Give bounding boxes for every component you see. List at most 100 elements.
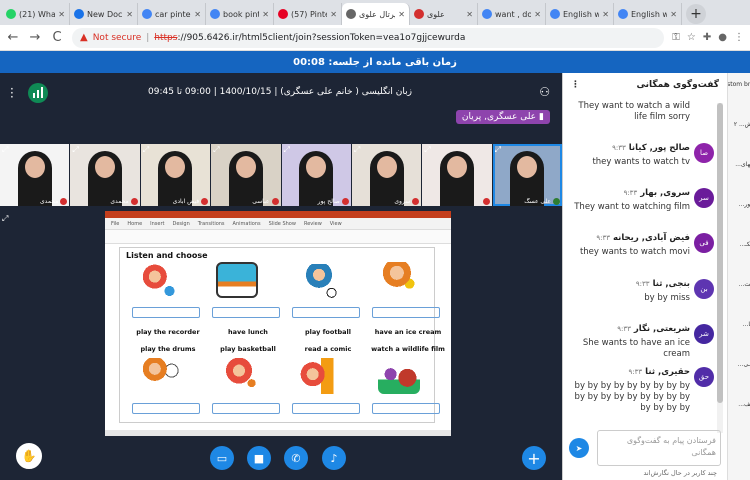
chat-input[interactable]: فرستادن پیام به گفت‌وگوی همگانی	[597, 430, 721, 466]
close-icon[interactable]: ✕	[194, 10, 201, 19]
raise-hand-button[interactable]: ✋	[16, 443, 42, 469]
fullscreen-icon[interactable]: ⤢	[2, 214, 8, 224]
tab-favicon-icon	[550, 9, 560, 19]
expand-icon[interactable]: ⤢	[143, 145, 149, 155]
browser-tab[interactable]: English w ✕	[546, 3, 614, 25]
webcam-tile[interactable]: ⤢ محمدی	[0, 144, 70, 206]
close-icon[interactable]: ✕	[330, 10, 337, 19]
camera-icon: ■	[253, 451, 265, 465]
webcam-tile[interactable]: ⤢ علی عسگ	[492, 144, 562, 206]
star-icon[interactable]: ☆	[687, 32, 696, 43]
close-icon[interactable]: ✕	[262, 10, 269, 19]
monitor-icon: ▭	[216, 451, 228, 465]
forward-button[interactable]: →	[28, 30, 42, 45]
ppt-toolbar	[105, 230, 451, 244]
browser-tab[interactable]: car pinter ✕	[138, 3, 206, 25]
expand-icon[interactable]: ⤢	[284, 145, 290, 155]
users-toggle-icon[interactable]: ⚇	[539, 85, 550, 99]
answer-box[interactable]	[132, 307, 200, 318]
chat-options-icon[interactable]: ⋮	[571, 80, 580, 90]
close-icon[interactable]: ✕	[670, 10, 677, 19]
ppt-ribbon-tab: Animations	[232, 220, 261, 227]
connection-stats-icon[interactable]	[28, 83, 48, 103]
webcam-button[interactable]: ■	[247, 446, 271, 470]
back-button[interactable]: ←	[6, 30, 20, 45]
side-strip-item[interactable]: ش... ۲	[730, 121, 750, 128]
webcam-tile[interactable]: ⤢ محمدی	[70, 144, 140, 206]
expand-icon[interactable]: ⤢	[2, 145, 8, 155]
url-field[interactable]: ▲ Not secure | https://905.6426.ir/html5…	[72, 27, 665, 48]
expand-icon[interactable]: ⤢	[354, 145, 360, 155]
key-icon[interactable]: ⚿	[672, 32, 680, 43]
webcam-tile[interactable]: ⤢	[422, 144, 492, 206]
webcam-tile[interactable]: ⤢ عباسی	[211, 144, 281, 206]
actions-button[interactable]: +	[522, 446, 546, 470]
browser-tab[interactable]: book pinte✕	[206, 3, 274, 25]
answer-box[interactable]	[292, 307, 360, 318]
expand-icon[interactable]: ⤢	[72, 145, 78, 155]
webcam-tile[interactable]: ⤢ سروی	[351, 144, 422, 206]
leave-audio-button[interactable]: ✆	[284, 446, 308, 470]
browser-tab[interactable]: علوی ✕	[410, 3, 478, 25]
answer-box[interactable]	[292, 403, 360, 414]
expand-icon[interactable]: ⤢	[213, 145, 219, 155]
tab-favicon-icon	[618, 9, 628, 19]
browser-tab[interactable]: New Doc ✕	[70, 3, 138, 25]
expand-icon[interactable]: ⤢	[424, 145, 430, 155]
close-icon[interactable]: ✕	[126, 10, 133, 19]
football-picture	[298, 264, 340, 300]
side-strip-item[interactable]: ـت...	[730, 281, 750, 288]
close-icon[interactable]: ✕	[398, 10, 405, 19]
send-button[interactable]: ➤	[569, 438, 589, 458]
side-strip-item[interactable]: ــی...	[730, 361, 750, 368]
side-strip-item[interactable]: ـهای...	[730, 161, 750, 168]
side-strip-item[interactable]: ustom bri	[728, 81, 750, 88]
close-icon[interactable]: ✕	[534, 10, 541, 19]
mute-button[interactable]: ♪	[322, 446, 346, 470]
browser-tab[interactable]: پرتال علوی ✕	[342, 3, 410, 25]
webcam-tile[interactable]: ⤢ صالح پور	[281, 144, 351, 206]
profile-icon[interactable]: ●	[718, 32, 727, 43]
expand-icon[interactable]: ⤢	[495, 145, 501, 155]
tab-favicon-icon	[6, 9, 16, 19]
browser-tab[interactable]: (57) Pinte ✕	[274, 3, 342, 25]
answer-box[interactable]	[372, 403, 440, 414]
participant-name: صالح پور	[317, 198, 340, 205]
message-text: they wants to watch movi	[579, 247, 690, 257]
avatar: فی	[694, 233, 714, 253]
webcam-tile[interactable]: ⤢ فیض آبادی	[140, 144, 211, 206]
new-tab-button[interactable]: +	[686, 4, 706, 24]
browser-tab-strip: (21) What✕New Doc✕car pinter✕book pinte✕…	[0, 0, 750, 25]
divider: |	[146, 32, 150, 43]
puzzle-icon[interactable]: ✚	[703, 32, 711, 43]
side-strip-item[interactable]: ـکـ...	[730, 241, 750, 248]
side-strip-item[interactable]: ـف...	[730, 401, 750, 408]
close-icon[interactable]: ✕	[466, 10, 473, 19]
reload-button[interactable]: C	[50, 30, 64, 45]
close-icon[interactable]: ✕	[58, 10, 65, 19]
phrase-label: play the recorder	[136, 328, 200, 336]
phrase-label: have an ice cream	[374, 328, 442, 336]
answer-box[interactable]	[212, 307, 280, 318]
browser-tab[interactable]: want , do ✕	[478, 3, 546, 25]
tab-label: car pinter	[155, 9, 192, 19]
answer-box[interactable]	[132, 403, 200, 414]
message-text: by by by by by by by by by by by by by b…	[574, 381, 690, 413]
extension-icons: ⚿ ☆ ✚ ● ⋮	[672, 32, 744, 43]
answer-box[interactable]	[372, 307, 440, 318]
browser-tab[interactable]: (21) What ✕	[2, 3, 70, 25]
participant-nametag: عباسی	[213, 198, 279, 205]
browser-menu-icon[interactable]: ⋮	[734, 32, 744, 43]
slide-page: Listen and choose play the recorder have…	[119, 247, 445, 423]
participant-face	[376, 156, 397, 178]
side-strip-item[interactable]: ـا...	[730, 321, 750, 328]
plus-icon: +	[527, 448, 541, 468]
side-strip-item[interactable]: بور...	[730, 201, 750, 208]
tab-favicon-icon	[74, 9, 84, 19]
options-menu-icon[interactable]: · · ·	[10, 83, 14, 103]
screen-share-button[interactable]: ▭	[210, 446, 234, 470]
chat-scrollbar[interactable]	[717, 103, 723, 433]
answer-box[interactable]	[212, 403, 280, 414]
close-icon[interactable]: ✕	[602, 10, 609, 19]
browser-tab[interactable]: English w ✕	[614, 3, 682, 25]
